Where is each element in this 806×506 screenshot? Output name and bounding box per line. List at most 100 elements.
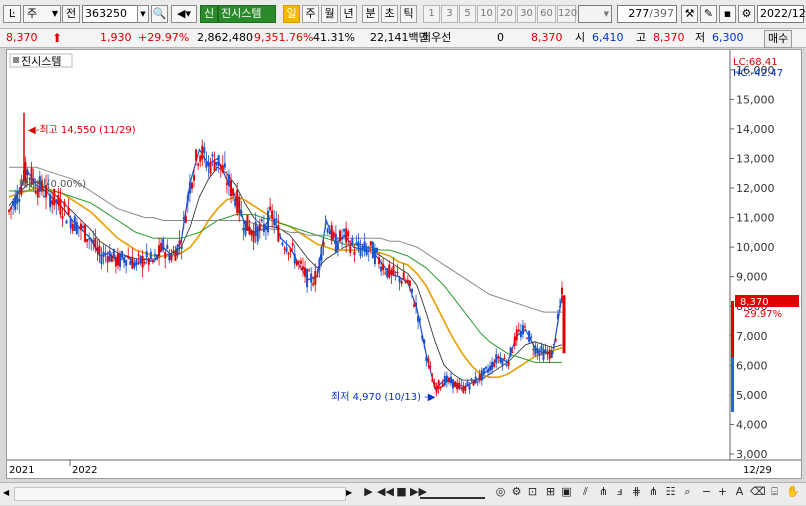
buy-button[interactable]: 매수 (764, 30, 793, 48)
stop-icon[interactable]: ■ (395, 485, 408, 499)
tools-icon[interactable]: ⚒ (681, 5, 698, 23)
candle-body (125, 259, 128, 266)
interval-button[interactable]: 5 (459, 5, 476, 23)
candle-body (499, 357, 502, 363)
candle-body (77, 227, 80, 229)
scrollbar-track[interactable] (14, 487, 346, 501)
hand-icon[interactable]: ✋ (786, 485, 800, 499)
candle-body (386, 268, 389, 278)
candle-body (365, 247, 368, 256)
candle-body (310, 273, 313, 283)
candle-body (139, 255, 142, 264)
lc-label: LC:68.41 (733, 57, 778, 68)
crop-icon[interactable]: ▣ (560, 485, 573, 499)
fan-icon[interactable]: ⋔ (597, 485, 610, 499)
candle-body (308, 270, 311, 272)
interval-button[interactable]: 3 (441, 5, 458, 23)
candle-body (561, 287, 563, 295)
series-line-0 (8, 148, 563, 391)
high-label: 고 (636, 31, 647, 44)
period-year-tab[interactable]: 년 (340, 5, 357, 23)
interval-button[interactable]: 10 (477, 5, 496, 23)
candle-body (503, 357, 506, 360)
period-month-tab[interactable]: 월 (321, 5, 338, 23)
fast-forward-icon[interactable]: ▶▶ (410, 485, 427, 499)
candle-body (147, 258, 150, 265)
period-tick-tab[interactable]: 틱 (400, 5, 417, 23)
speaker-icon[interactable]: ◀▾ (171, 5, 197, 23)
save-icon[interactable]: ▪ (719, 5, 736, 23)
eraser-icon[interactable]: ⌫ (750, 485, 766, 499)
candle-body (495, 354, 498, 364)
high-value: 8,370 (653, 31, 685, 44)
zoom-area-icon[interactable]: ⊡ (526, 485, 539, 499)
plus-icon[interactable]: + (716, 485, 729, 499)
rewind-icon[interactable]: ◀◀ (377, 485, 394, 499)
settings-icon[interactable]: ⚙ (510, 485, 523, 499)
play-icon[interactable]: ▶ (362, 485, 375, 499)
candle-body (215, 161, 218, 165)
candle-body (100, 256, 103, 264)
chart-type-icon[interactable]: Ŀ (3, 5, 21, 23)
interval-button[interactable]: 20 (497, 5, 516, 23)
interval-button[interactable]: 120 (557, 5, 577, 23)
trendline-icon[interactable]: ⫽ (579, 485, 592, 499)
candle-body (511, 351, 514, 353)
candle-body (227, 174, 230, 187)
candle-body (244, 220, 247, 236)
candle-body (114, 256, 117, 267)
interval-input[interactable]: ▼ (578, 5, 612, 23)
candle-body (127, 256, 130, 259)
search-icon[interactable]: 🔍 (151, 5, 168, 23)
magnify-icon[interactable]: ⌕ (681, 485, 694, 499)
candle-body (108, 250, 111, 262)
interval-button[interactable]: 30 (517, 5, 536, 23)
candle-body (299, 260, 302, 264)
channel-icon[interactable]: ⋕ (630, 485, 643, 499)
market-all-button[interactable]: 전 (62, 5, 80, 23)
candle-body (153, 253, 156, 256)
candle-body (164, 252, 167, 259)
gann-icon[interactable]: ☷ (664, 485, 677, 499)
candle-body (326, 228, 329, 233)
pitchfork-icon[interactable]: ⋔ (647, 485, 660, 499)
scroll-left-icon[interactable]: ◀ (3, 486, 13, 500)
candle-body (166, 244, 169, 249)
candle-body (275, 218, 278, 221)
candle-body (452, 379, 455, 389)
y-tick-label: 15,000 (736, 93, 775, 106)
candle-body (10, 207, 13, 209)
last-candle (562, 295, 566, 354)
period-minute-tab[interactable]: 분 (362, 5, 379, 23)
code-dropdown-icon[interactable]: ▼ (137, 5, 149, 23)
fib-icon[interactable]: ⅎ (613, 485, 626, 499)
candle-body (190, 182, 193, 189)
candle-body (59, 198, 62, 215)
candle-body (219, 164, 222, 168)
candle-body (542, 349, 545, 360)
candle-body (285, 247, 288, 252)
market-select[interactable]: 주 ▼ (23, 5, 61, 23)
period-day-tab[interactable]: 일 (283, 5, 300, 23)
indicator-icon[interactable]: ✎ (700, 5, 717, 23)
interval-button[interactable]: 60 (537, 5, 556, 23)
minus-icon[interactable]: − (700, 485, 713, 499)
candle-body (468, 385, 471, 390)
date-input[interactable]: 2022/12 (757, 5, 806, 23)
period-second-tab[interactable]: 초 (381, 5, 398, 23)
zoom-out-icon[interactable]: ◎ (494, 485, 507, 499)
chart-area[interactable]: 16,000 15,000 14,000 13,000 12,000 11,000 10,0… (6, 49, 802, 479)
candle-body (552, 344, 555, 346)
amount-value: 22,141백만 (370, 31, 429, 44)
text-icon[interactable]: A (733, 485, 746, 499)
chart-icon[interactable]: ⌸ (768, 485, 781, 499)
gear-icon[interactable]: ⚙ (738, 5, 755, 23)
scroll-right-icon[interactable]: ▶ (346, 486, 356, 500)
interval-button[interactable]: 1 (423, 5, 440, 23)
candle-body (170, 254, 173, 261)
candle-body (435, 386, 438, 393)
zoom-box-icon[interactable]: ⊞ (544, 485, 557, 499)
zoom-slider[interactable] (420, 489, 485, 499)
period-week-tab[interactable]: 주 (302, 5, 319, 23)
candle-body (61, 215, 64, 219)
